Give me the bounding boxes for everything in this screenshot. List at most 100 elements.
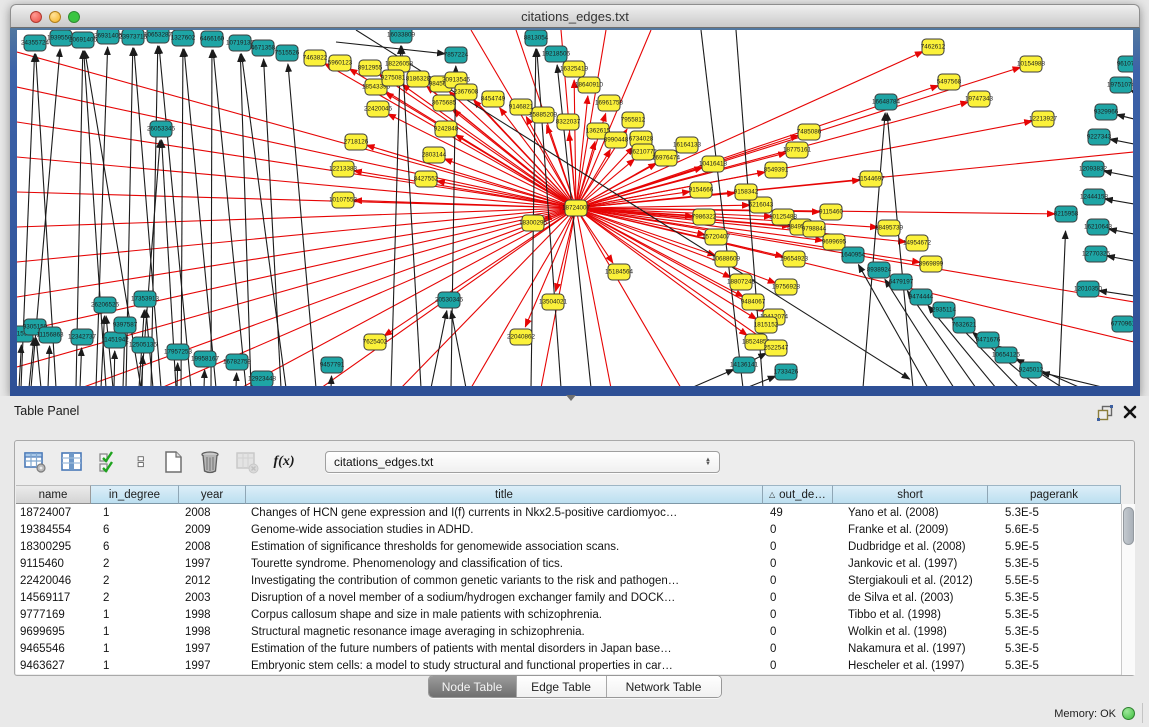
table-row[interactable]: 1456911722003Disruption of a novel membe… bbox=[16, 589, 1121, 606]
graph-node[interactable]: 7515526 bbox=[275, 45, 300, 61]
close-panel-icon[interactable] bbox=[1123, 405, 1137, 419]
graph-node[interactable]: 17957253 bbox=[164, 344, 193, 360]
graph-node[interactable]: 10416418 bbox=[699, 156, 728, 172]
table-row[interactable]: 946362711997Embryonic stem cells: a mode… bbox=[16, 657, 1121, 674]
graph-node[interactable]: 7462612 bbox=[921, 39, 946, 55]
column-header-short[interactable]: short bbox=[833, 485, 988, 504]
graph-node[interactable]: 9484067 bbox=[741, 294, 766, 310]
graph-node[interactable]: 9329966 bbox=[1094, 104, 1119, 120]
graph-node[interactable]: 12923448 bbox=[248, 371, 277, 386]
graph-node[interactable]: 2803144 bbox=[422, 147, 447, 163]
graph-node[interactable]: 18807249 bbox=[727, 274, 756, 290]
column-header-name[interactable]: name bbox=[16, 485, 91, 504]
graph-node[interactable]: 10154988 bbox=[1017, 56, 1046, 72]
graph-node[interactable]: 5497568 bbox=[937, 74, 962, 90]
graph-node[interactable]: 7485086 bbox=[797, 124, 822, 140]
graph-node[interactable]: 8186328 bbox=[406, 71, 431, 87]
graph-node[interactable]: 10107553 bbox=[329, 192, 358, 208]
graph-node[interactable]: 22040862 bbox=[507, 329, 536, 345]
graph-node[interactable]: 8990448 bbox=[604, 132, 629, 148]
graph-node[interactable]: 8427552 bbox=[414, 171, 439, 187]
column-header-pagerank[interactable]: pagerank bbox=[988, 485, 1121, 504]
table-row[interactable]: 969969511998Structural magnetic resonanc… bbox=[16, 623, 1121, 640]
graph-node[interactable]: 14136141 bbox=[730, 357, 759, 373]
graph-node[interactable]: 7463822 bbox=[303, 50, 328, 66]
graph-node[interactable]: 11451942 bbox=[101, 332, 129, 348]
network-canvas[interactable]: 1872400710107553122133832718126224200468… bbox=[17, 30, 1133, 386]
graph-node[interactable]: 9154666 bbox=[689, 182, 714, 198]
column-select-checklist-icon[interactable] bbox=[97, 450, 121, 474]
graph-node[interactable]: 6466160 bbox=[200, 31, 225, 47]
graph-node[interactable]: 9227343 bbox=[1087, 129, 1112, 145]
graph-node[interactable]: 16033809 bbox=[387, 30, 416, 43]
graph-node[interactable]: 19751074 bbox=[1107, 77, 1133, 93]
memory-status-indicator[interactable] bbox=[1122, 707, 1135, 720]
graph-node[interactable]: 6770961 bbox=[1111, 316, 1133, 332]
delete-table-trash-icon[interactable] bbox=[198, 450, 222, 474]
graph-node[interactable]: 16164133 bbox=[673, 137, 702, 153]
graph-node[interactable]: 8471676 bbox=[976, 332, 1001, 348]
graph-node[interactable]: 17353913 bbox=[131, 291, 160, 307]
graph-node[interactable]: 7857224 bbox=[444, 47, 469, 63]
graph-node[interactable]: 5960123 bbox=[328, 55, 353, 71]
graph-node[interactable]: 9474444 bbox=[909, 289, 934, 305]
column-header-year[interactable]: year bbox=[179, 485, 246, 504]
function-builder-icon[interactable]: f(x) bbox=[272, 450, 296, 474]
graph-node[interactable]: 2935114 bbox=[932, 302, 957, 318]
table-row[interactable]: 2242004622012Investigating the contribut… bbox=[16, 572, 1121, 589]
graph-node[interactable]: 10688609 bbox=[712, 251, 741, 267]
graph-node[interactable]: 20530346 bbox=[435, 292, 464, 308]
graph-node[interactable]: 12770325 bbox=[1082, 246, 1111, 262]
graph-node[interactable]: 16976474 bbox=[652, 150, 681, 166]
graph-node[interactable]: 8969899 bbox=[919, 256, 944, 272]
graph-node[interactable]: 19218506 bbox=[542, 46, 571, 62]
graph-node[interactable]: 2522547 bbox=[764, 340, 789, 356]
graph-node[interactable]: 9245012 bbox=[1019, 362, 1044, 378]
table-row[interactable]: 1938455462009Genome-wide association stu… bbox=[16, 521, 1121, 538]
table-row[interactable]: 1830029562008Estimation of significance … bbox=[16, 538, 1121, 555]
graph-node[interactable]: 15184564 bbox=[605, 264, 634, 280]
graph-node[interactable]: 16325419 bbox=[560, 61, 589, 77]
scrollbar-thumb[interactable] bbox=[1123, 507, 1134, 545]
graph-node[interactable]: 9610783 bbox=[1117, 56, 1133, 72]
graph-node[interactable]: 9699695 bbox=[822, 234, 847, 250]
float-panel-icon[interactable] bbox=[1097, 405, 1113, 421]
graph-node[interactable]: 7955812 bbox=[621, 112, 646, 128]
graph-node[interactable]: 9242848 bbox=[434, 121, 459, 137]
tab-node-table[interactable]: Node Table bbox=[429, 676, 517, 697]
splitter-grip[interactable] bbox=[566, 395, 576, 401]
graph-node[interactable]: 1733426 bbox=[774, 364, 799, 380]
tab-network-table[interactable]: Network Table bbox=[607, 676, 721, 697]
graph-node[interactable]: 19747343 bbox=[965, 91, 994, 107]
column-visibility-icon[interactable] bbox=[60, 450, 84, 474]
new-table-document-icon[interactable] bbox=[161, 450, 185, 474]
graph-node[interactable]: 8454749 bbox=[481, 91, 506, 107]
table-row[interactable]: 911546021997Tourette syndrome. Phenomeno… bbox=[16, 555, 1121, 572]
graph-node[interactable]: 1327602 bbox=[171, 30, 196, 46]
table-settings-icon[interactable] bbox=[23, 450, 47, 474]
column-header-title[interactable]: title bbox=[246, 485, 763, 504]
column-header-out_de[interactable]: △out_de… bbox=[763, 485, 833, 504]
graph-node[interactable]: 9275081 bbox=[381, 70, 406, 86]
graph-node[interactable]: 10654125 bbox=[992, 347, 1021, 363]
graph-node[interactable]: 8322037 bbox=[556, 114, 581, 130]
window-titlebar[interactable]: citations_edges.txt bbox=[10, 4, 1140, 28]
graph-node[interactable]: 12342737 bbox=[68, 329, 97, 345]
graph-node[interactable]: 9798844 bbox=[802, 221, 827, 237]
graph-node[interactable]: 2718126 bbox=[344, 134, 369, 150]
graph-node[interactable]: 16210643 bbox=[1084, 219, 1113, 235]
graph-node[interactable]: 14954672 bbox=[903, 235, 932, 251]
graph-node[interactable]: 1640954 bbox=[841, 247, 866, 263]
graph-node[interactable]: 19756928 bbox=[772, 279, 801, 295]
graph-node[interactable]: 2367608 bbox=[454, 84, 479, 100]
graph-node[interactable]: 6479197 bbox=[889, 274, 914, 290]
graph-node[interactable]: 26206526 bbox=[91, 297, 120, 313]
graph-node[interactable]: 8549391 bbox=[764, 162, 789, 178]
graph-node[interactable]: 15720407 bbox=[702, 229, 731, 245]
graph-node[interactable]: 12213927 bbox=[1029, 111, 1058, 127]
graph-node[interactable]: 18724007 bbox=[562, 200, 591, 216]
graph-node[interactable]: 8912955 bbox=[358, 60, 383, 76]
graph-node[interactable]: 9158342 bbox=[734, 184, 759, 200]
graph-node[interactable]: 12213383 bbox=[329, 161, 358, 177]
graph-node[interactable]: 3675685 bbox=[432, 95, 457, 111]
